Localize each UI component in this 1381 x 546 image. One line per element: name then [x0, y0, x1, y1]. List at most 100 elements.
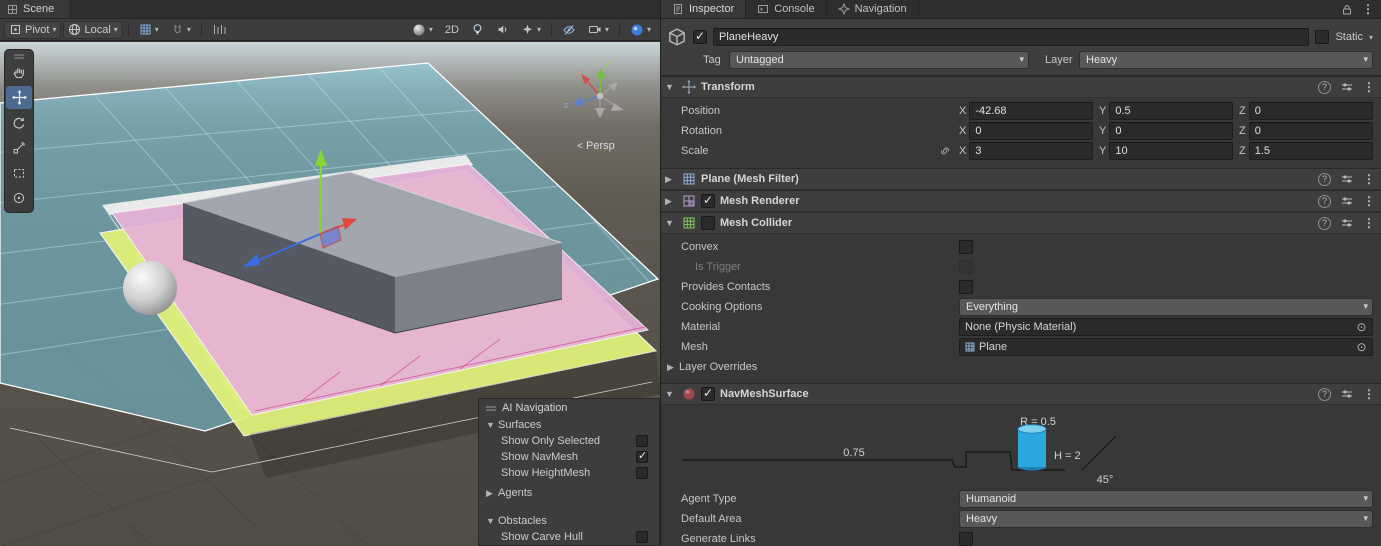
mesh-collider-enabled-checkbox[interactable] — [701, 216, 715, 230]
presets-icon[interactable] — [1341, 173, 1353, 185]
object-picker-icon[interactable]: ⊙ — [1354, 340, 1369, 354]
layer-dropdown[interactable]: Heavy — [1079, 51, 1373, 69]
move-tool-button[interactable] — [6, 86, 32, 109]
foldout-open-icon[interactable]: ▼ — [665, 218, 677, 228]
gameobject-active-checkbox[interactable] — [693, 29, 707, 44]
tab-scene[interactable]: Scene — [0, 0, 72, 18]
foldout-closed-icon[interactable]: ▶ — [665, 196, 677, 207]
layer-overrides-foldout[interactable]: ▶ Layer Overrides — [661, 357, 1381, 377]
tag-dropdown[interactable]: Untagged — [729, 51, 1029, 69]
kebab-menu-icon[interactable]: ⋮ — [1363, 172, 1375, 186]
help-icon[interactable]: ? — [1318, 172, 1331, 186]
scene-camera-button[interactable]: ▾ — [583, 21, 614, 39]
rect-tool-button[interactable] — [6, 161, 32, 184]
2d-toggle-button[interactable]: 2D — [440, 21, 464, 39]
scale-y-field[interactable]: 10 — [1109, 142, 1233, 160]
sphere-object[interactable] — [123, 261, 177, 315]
scale-x-field[interactable]: 3 — [969, 142, 1093, 160]
tab-console[interactable]: Console — [746, 0, 827, 18]
tab-navigation[interactable]: Navigation — [827, 0, 919, 18]
navmesh-surface-header[interactable]: ▼ NavMeshSurface ? ⋮ — [661, 383, 1381, 405]
lock-icon[interactable] — [1340, 3, 1353, 16]
help-icon[interactable]: ? — [1318, 194, 1331, 208]
surfaces-foldout[interactable]: ▼ Surfaces — [479, 417, 659, 433]
tab-menu-icon[interactable]: ⋮ — [1362, 2, 1374, 16]
presets-icon[interactable] — [1341, 388, 1353, 400]
inspector-tabbar: Inspector Console Navigation ⋮ — [661, 0, 1381, 19]
position-y-field[interactable]: 0.5 — [1109, 102, 1233, 120]
scene-visibility-button[interactable] — [557, 21, 581, 39]
tab-inspector[interactable]: Inspector — [661, 0, 747, 18]
rotation-y-field[interactable]: 0 — [1109, 122, 1233, 140]
position-z-field[interactable]: 0 — [1248, 102, 1373, 120]
mesh-collider-header[interactable]: ▼ Mesh Collider ? ⋮ — [661, 212, 1381, 234]
rotation-z-field[interactable]: 0 — [1248, 122, 1373, 140]
kebab-menu-icon[interactable]: ⋮ — [1363, 80, 1375, 94]
agents-label: Agents — [498, 487, 533, 499]
show-only-selected-checkbox[interactable] — [636, 435, 648, 447]
mesh-renderer-enabled-checkbox[interactable] — [701, 193, 715, 208]
scene-audio-button[interactable] — [491, 21, 514, 39]
convex-row: Convex — [661, 237, 1381, 257]
custom-tool-button[interactable] — [6, 186, 32, 209]
default-area-dropdown[interactable]: Heavy — [959, 510, 1373, 528]
scene-viewport[interactable]: x y z < Persp AI Navigation ▼ Surfaces S… — [0, 42, 660, 546]
show-navmesh-checkbox[interactable] — [636, 449, 648, 463]
shading-mode-button[interactable]: ▾ — [407, 21, 438, 39]
mesh-renderer-header[interactable]: ▶ Mesh Renderer ? ⋮ — [661, 190, 1381, 212]
agents-foldout[interactable]: ▶ Agents — [479, 485, 659, 501]
tools-overlay-handle[interactable] — [14, 52, 24, 60]
rotate-tool-button[interactable] — [6, 111, 32, 134]
help-icon[interactable]: ? — [1318, 80, 1331, 94]
navmesh-surface-enabled-checkbox[interactable] — [701, 386, 715, 401]
kebab-menu-icon[interactable]: ⋮ — [1363, 216, 1375, 230]
pivot-toggle-button[interactable]: Pivot ▾ — [4, 20, 62, 39]
kebab-menu-icon[interactable]: ⋮ — [1363, 387, 1375, 401]
mesh-value: Plane — [979, 341, 1008, 353]
object-picker-icon[interactable]: ⊙ — [1354, 320, 1369, 334]
presets-icon[interactable] — [1341, 217, 1353, 229]
material-object-field[interactable]: None (Physic Material) ⊙ — [959, 318, 1373, 336]
cooking-options-dropdown[interactable]: Everything — [959, 298, 1373, 316]
effects-button[interactable]: ▾ — [516, 21, 546, 39]
view-hand-tool-button[interactable] — [6, 61, 32, 84]
scene-lighting-button[interactable] — [466, 21, 489, 39]
projection-label[interactable]: Persp — [586, 140, 615, 152]
generate-links-checkbox[interactable] — [959, 532, 973, 546]
agent-type-dropdown[interactable]: Humanoid — [959, 490, 1373, 508]
rotation-x-field[interactable]: 0 — [969, 122, 1093, 140]
foldout-open-icon[interactable]: ▼ — [665, 82, 677, 92]
transform-header[interactable]: ▼ Transform ? ⋮ — [661, 76, 1381, 98]
component-tools-button[interactable]: ▾ — [625, 21, 656, 39]
foldout-closed-icon[interactable]: ▶ — [665, 174, 677, 185]
help-icon[interactable]: ? — [1318, 216, 1331, 230]
orientation-gizmo[interactable] — [573, 68, 624, 118]
link-scale-icon[interactable] — [939, 145, 951, 157]
scale-z-field[interactable]: 1.5 — [1248, 142, 1373, 160]
foldout-open-icon[interactable]: ▼ — [665, 389, 677, 399]
local-toggle-button[interactable]: Local ▾ — [63, 20, 123, 39]
ai-navigation-header[interactable]: AI Navigation — [479, 399, 659, 417]
scale-tool-button[interactable] — [6, 136, 32, 159]
provides-contacts-checkbox[interactable] — [959, 280, 973, 294]
convex-checkbox[interactable] — [959, 240, 973, 254]
mesh-object-field[interactable]: Plane ⊙ — [959, 338, 1373, 356]
help-icon[interactable]: ? — [1318, 387, 1331, 401]
gameobject-header: PlaneHeavy Static ▾ Tag Untagged Layer H… — [661, 19, 1381, 76]
show-carve-hull-checkbox[interactable] — [636, 531, 648, 543]
toolbar-separator — [618, 22, 620, 37]
grid-snap-button[interactable]: ▾ — [134, 21, 164, 39]
kebab-menu-icon[interactable]: ⋮ — [1363, 194, 1375, 208]
position-x-field[interactable]: -42.68 — [969, 102, 1093, 120]
static-checkbox[interactable] — [1315, 30, 1330, 44]
gameobject-cube-icon[interactable] — [667, 27, 687, 47]
static-dropdown-icon[interactable]: ▾ — [1369, 33, 1373, 42]
presets-icon[interactable] — [1341, 195, 1353, 207]
snap-increment-button[interactable] — [207, 21, 231, 39]
gameobject-name-field[interactable]: PlaneHeavy — [713, 28, 1310, 46]
mesh-filter-header[interactable]: ▶ Plane (Mesh Filter) ? ⋮ — [661, 168, 1381, 190]
presets-icon[interactable] — [1341, 81, 1353, 93]
obstacles-foldout[interactable]: ▼ Obstacles — [479, 513, 659, 529]
snap-magnet-button[interactable]: ▾ — [166, 21, 196, 39]
show-heightmesh-checkbox[interactable] — [636, 467, 648, 479]
